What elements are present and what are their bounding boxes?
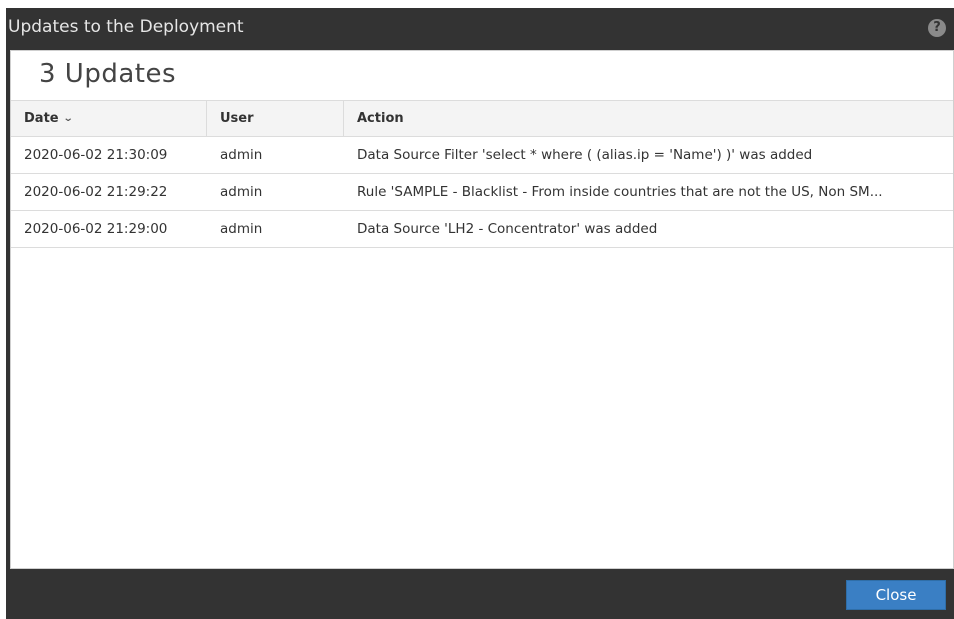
updates-table: Date ⌄ User Action 2020-06-02 21:30:09 a… [11, 100, 953, 248]
updates-count: 3 Updates [39, 59, 177, 89]
cell-action-text: Data Source 'LH2 - Concentrator' was add… [357, 221, 658, 237]
cell-action: Data Source Filter 'select * where ( (al… [344, 137, 953, 173]
help-icon[interactable]: ? [928, 19, 946, 37]
dialog-title: Updates to the Deployment [8, 17, 244, 37]
updates-dialog: Updates to the Deployment ? 3 Updates Da… [6, 8, 954, 619]
cell-user: admin [220, 221, 263, 237]
table-row[interactable]: 2020-06-02 21:29:22 admin Rule 'SAMPLE -… [11, 174, 953, 211]
table-row[interactable]: 2020-06-02 21:30:09 admin Data Source Fi… [11, 137, 953, 174]
close-button[interactable]: Close [846, 580, 946, 610]
table-row[interactable]: 2020-06-02 21:29:00 admin Data Source 'L… [11, 211, 953, 248]
dialog-footer: Close [6, 569, 954, 619]
cell-date: 2020-06-02 21:30:09 [24, 147, 168, 163]
column-header-user[interactable]: User [207, 101, 344, 136]
cell-date: 2020-06-02 21:29:22 [24, 184, 168, 200]
dialog-content: 3 Updates Date ⌄ User Action 2020-06-02 … [10, 50, 954, 569]
cell-action: Data Source 'LH2 - Concentrator' was add… [344, 211, 953, 247]
cell-action-text: Rule 'SAMPLE - Blacklist - From inside c… [357, 184, 883, 200]
column-header-date[interactable]: Date ⌄ [11, 101, 207, 136]
column-header-label: User [220, 111, 254, 126]
column-header-label: Date [24, 111, 59, 126]
cell-action: Rule 'SAMPLE - Blacklist - From inside c… [344, 174, 953, 210]
cell-user: admin [220, 184, 263, 200]
table-header-row: Date ⌄ User Action [11, 100, 953, 137]
chevron-down-icon[interactable]: ⌄ [62, 113, 73, 124]
cell-date: 2020-06-02 21:29:00 [24, 221, 168, 237]
cell-action-text: Data Source Filter 'select * where ( (al… [357, 147, 813, 163]
column-header-action[interactable]: Action [344, 101, 953, 136]
cell-user: admin [220, 147, 263, 163]
column-header-label: Action [357, 111, 404, 126]
page-background [0, 0, 954, 8]
dialog-titlebar: Updates to the Deployment ? [6, 8, 954, 50]
